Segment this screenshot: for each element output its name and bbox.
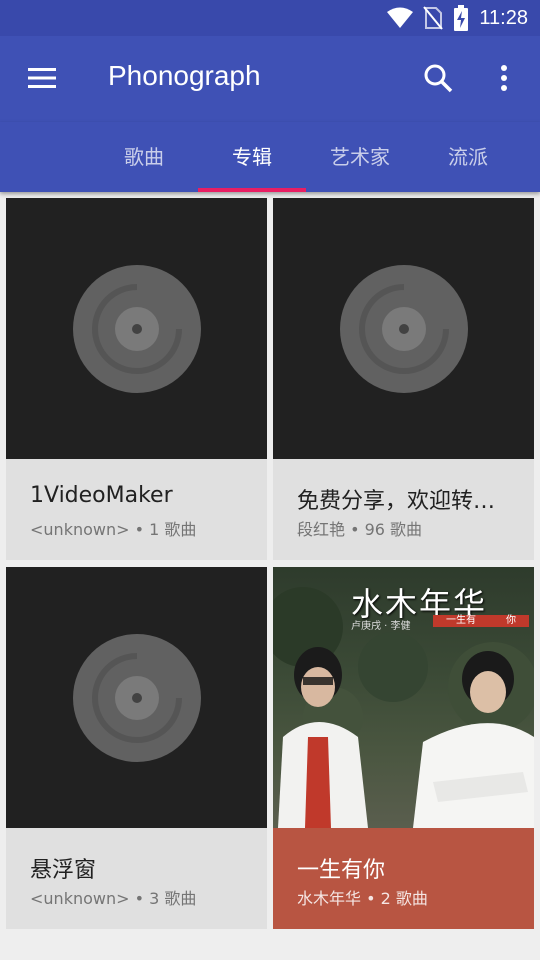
album-cover-photo: 水木年华 卢庚戌 · 李健 一生有 你 bbox=[273, 567, 534, 828]
album-info: 1VideoMaker <unknown> • 1 歌曲 bbox=[6, 459, 267, 560]
album-placeholder-icon bbox=[73, 634, 201, 762]
more-vert-icon bbox=[501, 65, 507, 91]
app-toolbar: Phonograph bbox=[0, 36, 540, 122]
album-art bbox=[6, 567, 267, 828]
tab-albums[interactable]: 专辑 bbox=[198, 122, 306, 192]
search-icon bbox=[424, 64, 453, 93]
cover-artists-text: 卢庚戌 · 李健 bbox=[351, 621, 411, 632]
album-card[interactable]: 水木年华 卢庚戌 · 李健 一生有 你 一生有你 水木年华 • 2 歌曲 bbox=[273, 567, 534, 929]
album-card[interactable]: 悬浮窗 <unknown> • 3 歌曲 bbox=[6, 567, 267, 929]
status-icons: 11:28 bbox=[387, 0, 528, 36]
album-card[interactable]: 免费分享，欢迎转… 段红艳 • 96 歌曲 bbox=[273, 198, 534, 560]
tab-bar: 歌曲 专辑 艺术家 流派 bbox=[0, 122, 540, 192]
status-time: 11:28 bbox=[479, 6, 528, 29]
album-subtitle: 水木年华 • 2 歌曲 bbox=[297, 889, 428, 908]
album-placeholder-icon bbox=[340, 265, 468, 393]
album-subtitle: <unknown> • 1 歌曲 bbox=[30, 520, 197, 539]
status-bar: 11:28 bbox=[0, 0, 540, 36]
album-placeholder-icon bbox=[73, 265, 201, 393]
search-button[interactable] bbox=[418, 58, 458, 98]
menu-icon bbox=[28, 68, 56, 88]
cover-banner-text: 一生有 你 bbox=[433, 615, 529, 627]
album-info: 一生有你 水木年华 • 2 歌曲 bbox=[273, 828, 534, 929]
album-info: 悬浮窗 <unknown> • 3 歌曲 bbox=[6, 828, 267, 929]
album-card[interactable]: 1VideoMaker <unknown> • 1 歌曲 bbox=[6, 198, 267, 560]
album-title: 一生有你 bbox=[297, 858, 386, 883]
album-art bbox=[273, 198, 534, 459]
tab-songs[interactable]: 歌曲 bbox=[90, 122, 198, 192]
app-title: Phonograph bbox=[108, 60, 261, 91]
album-info: 免费分享，欢迎转… 段红艳 • 96 歌曲 bbox=[273, 459, 534, 560]
tab-indicator bbox=[198, 188, 306, 192]
album-art: 水木年华 卢庚戌 · 李健 一生有 你 bbox=[273, 567, 534, 828]
album-subtitle: <unknown> • 3 歌曲 bbox=[30, 889, 197, 908]
grid-bottom-padding bbox=[0, 932, 540, 960]
album-title: 免费分享，欢迎转… bbox=[297, 489, 496, 514]
tab-genres[interactable]: 流派 bbox=[414, 122, 522, 192]
album-title: 悬浮窗 bbox=[30, 858, 97, 883]
menu-button[interactable] bbox=[22, 58, 62, 98]
battery-charging-icon bbox=[454, 5, 469, 31]
album-art bbox=[6, 198, 267, 459]
tab-artists[interactable]: 艺术家 bbox=[306, 122, 414, 192]
album-subtitle: 段红艳 • 96 歌曲 bbox=[297, 520, 423, 539]
no-sim-icon bbox=[423, 6, 444, 30]
more-options-button[interactable] bbox=[484, 58, 524, 98]
wifi-icon bbox=[387, 7, 414, 28]
album-title: 1VideoMaker bbox=[30, 483, 173, 508]
